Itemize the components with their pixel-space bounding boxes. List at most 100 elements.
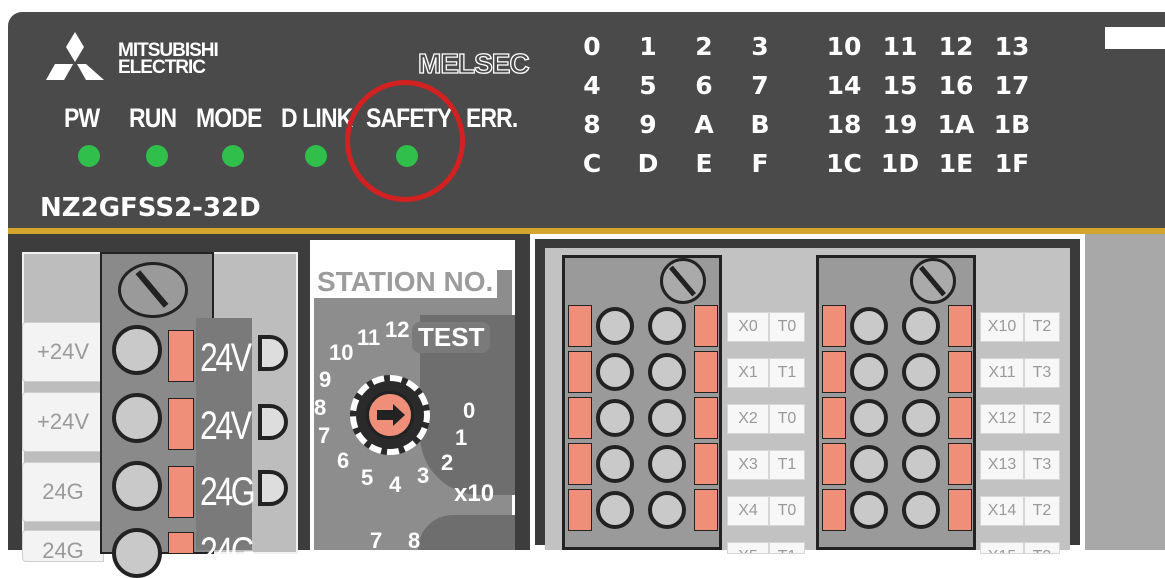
io-indicator-3: 3 (751, 32, 769, 61)
io-indicator-18: 18 (826, 110, 862, 139)
io-indicator-group-10-1f: 10 11 12 13 14 15 16 17 18 19 1A 1B 1C 1D 1E 1F (822, 32, 1052, 179)
dial-number-7: 7 (318, 423, 331, 448)
terminal-hole[interactable] (596, 491, 634, 529)
io-indicator-1f: 1F (994, 149, 1030, 178)
terminal-hole[interactable] (902, 445, 940, 483)
terminal-hole[interactable] (902, 307, 940, 345)
io-indicator-a: A (694, 110, 714, 139)
x-label: X3 (727, 450, 769, 480)
lower-dial-number-8: 8 (408, 528, 421, 553)
dial-number-0: 0 (463, 398, 476, 423)
t-label: T3 (1024, 358, 1060, 388)
io-indicator-15: 15 (882, 71, 918, 100)
terminal-block-1-screw-icon (660, 258, 706, 304)
io-indicator-11: 11 (882, 32, 918, 61)
terminal-block-2-screw-icon (910, 258, 956, 304)
t-label: T1 (769, 542, 805, 554)
t-label: T3 (1024, 450, 1060, 480)
led-label-dlink: D LINK (281, 103, 353, 133)
dial-number-9: 9 (319, 367, 332, 392)
x-label: X14 (980, 496, 1024, 526)
power-release-tab-2[interactable] (168, 466, 194, 518)
terminal-label-3: 24G (200, 530, 256, 574)
dial-number-10: 10 (329, 340, 354, 365)
terminal-hole[interactable] (850, 445, 888, 483)
power-terminal-hole-3[interactable] (112, 528, 162, 578)
led-label-run: RUN (129, 103, 177, 133)
power-label-1: +24V (22, 392, 104, 452)
station-rotary-switch[interactable] (366, 391, 414, 439)
io-indicator-14: 14 (826, 71, 862, 100)
led-label-err: ERR. (466, 103, 518, 133)
dial-number-8: 8 (314, 395, 327, 420)
io-indicator-7: 7 (751, 71, 769, 100)
mitsubishi-logo-icon (46, 32, 104, 80)
led-mode (222, 145, 244, 167)
terminal-hole[interactable] (596, 445, 634, 483)
led-run (146, 145, 168, 167)
terminal-block-2-labels: X10T2 X11T3 X12T2 X13T3 X14T2 X15T3 (980, 312, 1065, 554)
power-release-tab-1[interactable] (168, 398, 194, 450)
io-indicator-1c: 1C (826, 149, 862, 178)
io-indicator-1e: 1E (938, 149, 974, 178)
x-label: X5 (727, 542, 769, 554)
led-dlink (305, 145, 327, 167)
terminal-hole[interactable] (902, 491, 940, 529)
terminal-hole[interactable] (648, 445, 686, 483)
io-indicator-d: D (637, 149, 659, 178)
lower-dial-number-7: 7 (370, 528, 383, 553)
lower-dial-area (418, 515, 515, 550)
terminal-hole[interactable] (648, 353, 686, 391)
terminal-hole[interactable] (648, 307, 686, 345)
power-terminal-hole-1[interactable] (112, 393, 162, 443)
terminal-hole[interactable] (902, 399, 940, 437)
terminal-hole[interactable] (648, 491, 686, 529)
dial-number-3: 3 (417, 463, 430, 488)
io-indicator-12: 12 (938, 32, 974, 61)
dial-number-4: 4 (389, 472, 402, 497)
terminal-label-0: 24V (200, 336, 252, 380)
terminal-hole[interactable] (850, 399, 888, 437)
x-label: X15 (980, 542, 1024, 554)
x-label: X2 (727, 404, 769, 434)
power-label-2: 24G (22, 462, 104, 522)
terminal-hole[interactable] (850, 491, 888, 529)
terminal-block-2-rows (822, 305, 972, 550)
power-terminal-hole-2[interactable] (112, 461, 162, 511)
io-indicator-0: 0 (583, 32, 601, 61)
terminal-hole[interactable] (596, 307, 634, 345)
io-indicator-6: 6 (695, 71, 713, 100)
x-label: X12 (980, 404, 1024, 434)
io-indicator-2: 2 (695, 32, 713, 61)
io-indicator-10: 10 (826, 32, 862, 61)
t-label: T1 (769, 358, 805, 388)
terminal-hole[interactable] (596, 399, 634, 437)
dial-number-12: 12 (385, 317, 410, 342)
terminal-block-1-labels: X0T0 X1T1 X2T0 X3T1 X4T0 X5T1 (727, 312, 807, 554)
t-label: T0 (769, 312, 805, 342)
arrow-right-icon (377, 404, 405, 426)
station-title: STATION NO. (313, 266, 498, 298)
terminal-hole[interactable] (850, 353, 888, 391)
power-label-3: 24G (22, 530, 104, 563)
x-label: X1 (727, 358, 769, 388)
test-label: TEST (412, 322, 491, 353)
led-label-mode: MODE (196, 103, 262, 133)
terminal-hole[interactable] (648, 399, 686, 437)
t-label: T0 (769, 496, 805, 526)
t-label: T3 (1024, 542, 1060, 554)
io-indicator-19: 19 (882, 110, 918, 139)
led-label-pw: PW (64, 103, 100, 133)
io-indicator-13: 13 (994, 32, 1030, 61)
power-terminal-hole-0[interactable] (112, 325, 162, 375)
terminal-hole[interactable] (902, 353, 940, 391)
power-release-tab-3[interactable] (168, 532, 194, 554)
terminal-label-2: 24G (200, 470, 256, 514)
io-indicator-1d: 1D (880, 149, 920, 178)
power-release-tab-0[interactable] (168, 330, 194, 382)
dial-number-1: 1 (455, 425, 468, 450)
terminal-hole[interactable] (850, 307, 888, 345)
terminal-hole[interactable] (596, 353, 634, 391)
t-label: T2 (1024, 404, 1060, 434)
io-indicator-4: 4 (583, 71, 601, 100)
